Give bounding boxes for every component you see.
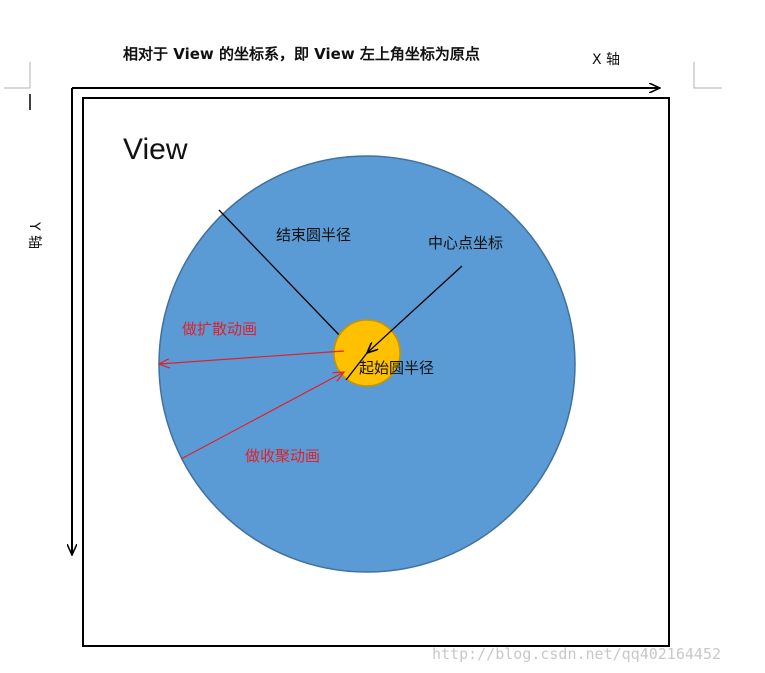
expand-animation-label: 做扩散动画 — [182, 320, 257, 338]
diagram-title: 相对于 View 的坐标系，即 View 左上角坐标为原点 — [123, 45, 480, 63]
end-radius-label: 结束圆半径 — [276, 226, 351, 244]
start-radius-label: 起始圆半径 — [359, 359, 434, 377]
watermark: http://blog.csdn.net/qq402164452 — [432, 645, 721, 663]
view-label: View — [123, 133, 188, 166]
x-axis-label: X 轴 — [592, 52, 620, 68]
coordinate-diagram: 相对于 View 的坐标系，即 View 左上角坐标为原点 X 轴 Y 轴 Vi… — [4, 45, 722, 663]
center-point-label: 中心点坐标 — [428, 234, 503, 252]
shrink-animation-label: 做收聚动画 — [245, 447, 320, 465]
y-axis-label: Y 轴 — [26, 221, 42, 249]
